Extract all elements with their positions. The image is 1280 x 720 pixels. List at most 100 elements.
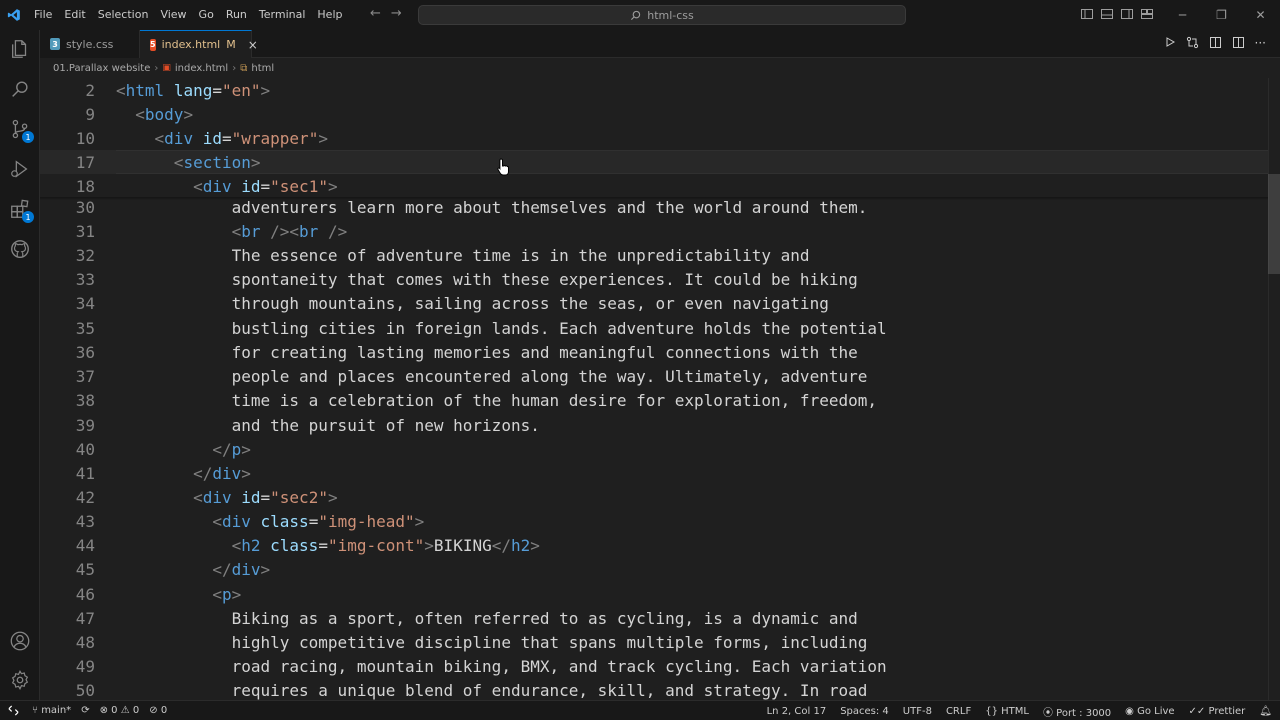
close-window-icon[interactable]: ✕ (1241, 0, 1280, 30)
line-content: spontaneity that comes with these experi… (231, 269, 858, 289)
code-line[interactable]: 47 Biking as a sport, often referred to … (40, 606, 1268, 630)
menu-view[interactable]: View (154, 0, 192, 30)
menu-help[interactable]: Help (311, 0, 348, 30)
code-line[interactable]: 32 The essence of adventure time is in t… (40, 243, 1268, 267)
minimize-icon[interactable]: ─ (1163, 0, 1202, 30)
menu-terminal[interactable]: Terminal (253, 0, 312, 30)
sticky-scroll-line[interactable]: 17 <section> (40, 150, 1268, 174)
menu-selection[interactable]: Selection (92, 0, 155, 30)
menu-file[interactable]: File (28, 0, 58, 30)
prettier-item[interactable]: ✓✓ Prettier (1189, 706, 1246, 717)
toggle-primary-sidebar-icon[interactable] (1080, 6, 1094, 20)
code-line[interactable]: 45 </div> (40, 557, 1268, 581)
window-controls: ─ ❐ ✕ (1163, 0, 1280, 30)
code-line[interactable]: 50 requires a unique blend of endurance,… (40, 678, 1268, 702)
sync-icon[interactable]: ⟳ (81, 705, 89, 716)
toggle-panel-icon[interactable] (1100, 6, 1114, 20)
open-preview-icon[interactable] (1209, 36, 1222, 52)
code-line[interactable]: 35 bustling cities in foreign lands. Eac… (40, 316, 1268, 340)
breadcrumb-symbol[interactable]: html (251, 63, 274, 74)
line-number: 35 (75, 318, 95, 338)
line-number: 50 (75, 680, 95, 700)
code-line[interactable]: 38 time is a celebration of the human de… (40, 388, 1268, 412)
error-icon: ⊗ (99, 705, 108, 716)
search-sidebar-icon[interactable] (8, 77, 32, 101)
line-content: road racing, mountain biking, BMX, and t… (231, 656, 887, 676)
toggle-secondary-sidebar-icon[interactable] (1120, 6, 1134, 20)
settings-gear-icon[interactable] (8, 668, 32, 692)
code-line[interactable]: 46 <p> (40, 582, 1268, 606)
menu-run[interactable]: Run (220, 0, 253, 30)
code-editor[interactable]: 2 <html lang="en"> 9 <body> 10 <div id="wra… (40, 78, 1280, 700)
problems-item[interactable]: ⊗ 0 ⚠ 0 (100, 705, 140, 716)
code-line[interactable]: 48 highly competitive discipline that sp… (40, 630, 1268, 654)
sticky-scroll-shadow (40, 197, 1268, 200)
mouse-pointer-icon (497, 158, 509, 176)
line-number: 18 (75, 176, 95, 196)
code-line[interactable]: 44 <h2 class="img-cont">BIKING</h2> (40, 533, 1268, 557)
end-of-line[interactable]: CRLF (946, 706, 971, 717)
tab-style-css[interactable]: 3 style.css (40, 30, 140, 58)
code-line[interactable]: 49 road racing, mountain biking, BMX, an… (40, 654, 1268, 678)
close-tab-icon[interactable]: × (248, 38, 258, 52)
customize-layout-icon[interactable] (1140, 6, 1154, 20)
line-content: <p> (212, 584, 242, 604)
cursor-position[interactable]: Ln 2, Col 17 (767, 706, 827, 717)
tab-index-html[interactable]: 5 index.html M × (140, 30, 258, 58)
line-number: 17 (75, 152, 95, 172)
menu-edit[interactable]: Edit (58, 0, 91, 30)
code-line[interactable]: 40 </p> (40, 437, 1268, 461)
vertical-scrollbar[interactable] (1268, 78, 1280, 700)
forward-arrow-icon[interactable]: → (391, 6, 402, 21)
menu-go[interactable]: Go (193, 0, 220, 30)
breadcrumb: 01.Parallax website › ▣ index.html › ⧉ h… (40, 58, 1280, 78)
source-control-icon[interactable]: 1 (8, 117, 34, 143)
branch-icon: ⑂ (32, 705, 38, 716)
split-editor-icon[interactable] (1232, 36, 1245, 52)
line-content: </p> (212, 439, 251, 459)
code-line[interactable]: 34 through mountains, sailing across the… (40, 291, 1268, 315)
remote-icon[interactable] (0, 700, 26, 720)
code-line[interactable]: 42 <div id="sec2"> (40, 485, 1268, 509)
status-bar: ⑂ main* ⟳ ⊗ 0 ⚠ 0 ⊘ 0 Ln 2, Col 17 Space… (0, 700, 1280, 720)
sticky-scroll-line[interactable]: 10 <div id="wrapper"> (40, 126, 1268, 150)
notifications-bell-icon[interactable]: 🔔︎ (1259, 706, 1272, 717)
language-mode[interactable]: {} HTML (985, 706, 1029, 717)
line-content: highly competitive discipline that spans… (231, 632, 868, 652)
code-line[interactable]: 39 and the pursuit of new horizons. (40, 413, 1268, 437)
code-line[interactable]: 33 spontaneity that comes with these exp… (40, 267, 1268, 291)
branch-item[interactable]: ⑂ main* (32, 705, 71, 716)
back-arrow-icon[interactable]: ← (370, 6, 381, 21)
layout-controls (1080, 6, 1154, 20)
sticky-scroll-line[interactable]: 9 <body> (40, 102, 1268, 126)
github-icon[interactable] (8, 237, 32, 261)
line-content: The essence of adventure time is in the … (231, 245, 810, 265)
line-content: <br /><br /> (231, 221, 348, 241)
go-live-button[interactable]: ◉ Go Live (1125, 706, 1174, 717)
code-line[interactable]: 36 for creating lasting memories and mea… (40, 340, 1268, 364)
explorer-icon[interactable] (8, 37, 32, 61)
account-icon[interactable] (8, 629, 32, 653)
code-line[interactable]: 41 </div> (40, 461, 1268, 485)
run-icon[interactable] (1164, 36, 1176, 52)
sticky-scroll-line[interactable]: 2 <html lang="en"> (40, 78, 1268, 102)
scroll-thumb[interactable] (1268, 174, 1280, 274)
encoding[interactable]: UTF-8 (903, 706, 932, 717)
port-item[interactable]: ⦿ Port : 3000 (1043, 704, 1111, 719)
command-center-search[interactable]: html-css (418, 5, 906, 25)
line-content: <div id="sec2"> (193, 487, 338, 507)
indentation[interactable]: Spaces: 4 (840, 706, 889, 717)
code-line[interactable]: 37 people and places encountered along t… (40, 364, 1268, 388)
breadcrumb-folder[interactable]: 01.Parallax website (53, 63, 150, 74)
ports-item[interactable]: ⊘ 0 (149, 705, 167, 716)
go-live-label: Go Live (1137, 705, 1175, 717)
more-actions-icon[interactable]: ··· (1255, 36, 1266, 52)
code-line[interactable]: 43 <div class="img-head"> (40, 509, 1268, 533)
extensions-icon[interactable]: 1 (8, 197, 34, 223)
run-debug-icon[interactable] (8, 157, 32, 181)
breadcrumb-file[interactable]: index.html (175, 63, 228, 74)
restore-icon[interactable]: ❐ (1202, 0, 1241, 30)
search-icon (631, 10, 641, 20)
code-line[interactable]: 31 <br /><br /> (40, 219, 1268, 243)
compare-changes-icon[interactable] (1186, 36, 1199, 52)
